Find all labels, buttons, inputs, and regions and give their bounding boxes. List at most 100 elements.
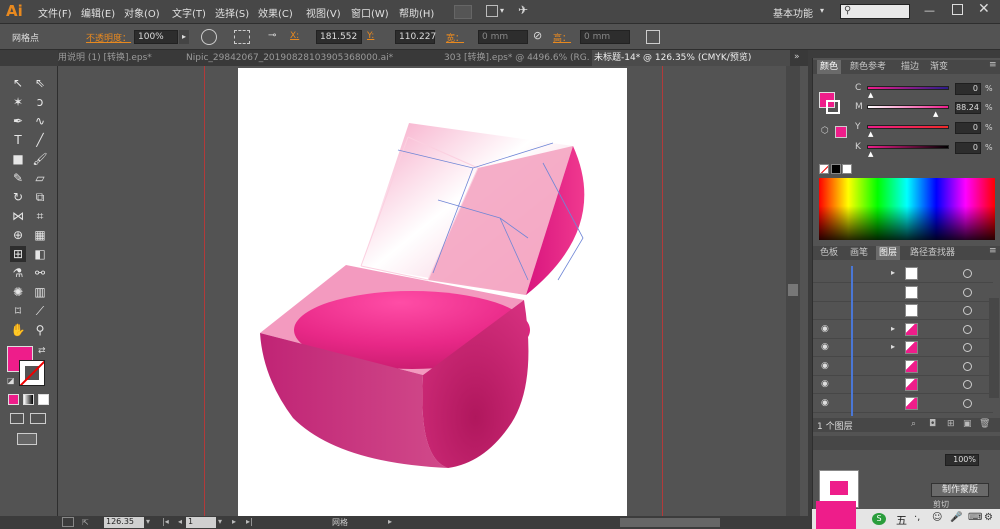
target-circle-icon[interactable] [963,324,972,334]
menu-type[interactable]: 文字(T) [172,5,206,20]
stroke-color-swatch[interactable] [19,360,45,386]
ime-mode-label[interactable]: 五 [896,512,907,528]
chevron-down-icon[interactable]: ▾ [500,6,504,15]
gpu-performance-icon[interactable]: ✈ [518,3,528,17]
width-input[interactable]: 0 mm [478,30,528,44]
channel-y-knob[interactable]: ▲ [868,130,873,138]
tab-document-active[interactable]: 未标题-14* @ 126.35% (CMYK/预览) [592,50,790,66]
workspace-dropdown-icon[interactable]: ▾ [820,6,824,15]
symbol-sprayer-tool-icon[interactable]: ✺ [10,284,26,300]
curvature-tool-icon[interactable]: ∿ [32,113,48,129]
white-color-swatch[interactable] [842,164,852,174]
tab-gradient[interactable]: 渐变 [927,60,951,74]
target-circle-icon[interactable] [963,269,972,278]
rectangle-tool-icon[interactable]: ■ [10,151,26,167]
tab-color-guide[interactable]: 颜色参考 [847,60,889,74]
expand-triangle-icon[interactable]: ▸ [891,324,895,333]
opacity-label[interactable]: 不透明度： [86,31,131,44]
toolbox-icon[interactable]: ⚙ [984,512,993,523]
visibility-eye-icon[interactable]: ◉ [821,342,829,352]
channel-c-input[interactable]: 0 [955,83,981,95]
workspace-switcher[interactable]: 基本功能 [773,5,813,20]
menu-select[interactable]: 选择(S) [215,5,249,20]
default-colors-icon[interactable]: ◪ [7,376,15,385]
channel-m-slider[interactable]: ▲ [867,105,949,118]
selection-tool-icon[interactable]: ↖ [10,75,26,91]
tab-stroke[interactable]: 描边 [898,60,922,74]
swap-colors-icon[interactable]: ⇄ [38,346,46,356]
hand-tool-icon[interactable]: ✋ [10,322,26,338]
visibility-eye-icon[interactable]: ◉ [821,361,829,371]
align-icon[interactable]: ⊸ [268,30,276,41]
pencil-tool-icon[interactable]: ✎ [10,170,26,186]
visibility-eye-icon[interactable]: ◉ [821,324,829,334]
target-circle-icon[interactable] [963,380,972,389]
opacity-arrow-icon[interactable]: ▸ [179,30,189,44]
opacity-input[interactable]: 100% [134,30,178,44]
gradient-mode-button[interactable] [23,394,34,405]
artboard-tool-icon[interactable]: ⌑ [10,303,26,319]
shape-builder-tool-icon[interactable]: ⊕ [10,227,26,243]
direct-selection-tool-icon[interactable]: ⇖ [32,75,48,91]
scale-tool-icon[interactable]: ⧉ [32,189,48,205]
close-button[interactable]: ✕ [978,1,990,17]
tab-document-1[interactable]: 用说明 (1) [转换].eps* [58,50,178,66]
artwork-pink-box[interactable] [238,68,627,516]
change-screen-mode-icon[interactable] [17,433,37,445]
artboard-number-input[interactable]: 1 [186,517,216,528]
menu-help[interactable]: 帮助(H) [399,5,434,20]
tab-document-3[interactable]: 303 [转换].eps* @ 4496.6% (RG... [444,50,589,66]
menu-object[interactable]: 对象(O) [124,5,160,20]
layer-row[interactable] [813,285,993,302]
help-search-input[interactable]: ⚲ [840,4,910,19]
x-input[interactable]: 181.552 [316,30,362,44]
prev-artboard-icon[interactable]: ◂ [178,517,182,526]
layer-row[interactable]: ▸ [813,266,993,283]
new-sublayer-icon[interactable]: ⊞ [947,419,955,429]
emoji-icon[interactable]: ☺ [932,512,942,523]
visibility-eye-icon[interactable]: ◉ [821,379,829,389]
menu-edit[interactable]: 编辑(E) [81,5,115,20]
type-tool-icon[interactable]: T [10,132,26,148]
layer-row[interactable]: ◉ [813,359,993,376]
height-input[interactable]: 0 mm [580,30,630,44]
rotate-tool-icon[interactable]: ↻ [10,189,26,205]
channel-c-slider[interactable]: ▲ [867,86,949,99]
gradient-tool-icon[interactable]: ◧ [32,246,48,262]
tab-color[interactable]: 颜色 [817,60,842,74]
microphone-icon[interactable]: 🎤 [950,512,962,523]
tab-layers[interactable]: 图层 [876,246,901,260]
artboard[interactable] [238,68,627,516]
maximize-button[interactable] [952,4,963,15]
minimize-button[interactable]: — [924,4,935,17]
visibility-eye-icon[interactable]: ◉ [821,398,829,408]
color-mode-button[interactable] [8,394,19,405]
channel-c-knob[interactable]: ▲ [868,91,873,99]
arrange-documents-icon[interactable] [486,5,498,17]
channel-y-input[interactable]: 0 [955,122,981,134]
punctuation-icon[interactable]: ·, [914,512,920,523]
line-tool-icon[interactable]: ╱ [32,132,48,148]
expand-triangle-icon[interactable]: ▸ [891,342,895,351]
layer-row[interactable] [813,303,993,320]
keyboard-icon[interactable]: ⌨ [968,512,982,523]
status-arrow-icon[interactable]: ▸ [388,517,392,526]
menu-window[interactable]: 窗口(W) [351,5,389,20]
channel-k-slider[interactable]: ▲ [867,145,949,158]
draw-mode-icon[interactable] [10,413,24,424]
target-circle-icon[interactable] [963,287,972,297]
mesh-tool-icon[interactable]: ⊞ [10,246,26,262]
slice-tool-icon[interactable]: ⟋ [32,303,48,319]
link-proportions-icon[interactable]: ⊘ [533,29,542,42]
layer-row[interactable]: ◉ [813,396,993,413]
blend-tool-icon[interactable]: ⚯ [32,265,48,281]
tab-brushes[interactable]: 画笔 [847,246,871,260]
none-mode-button[interactable] [38,394,49,405]
width-tool-icon[interactable]: ⋈ [10,208,26,224]
tab-pathfinder[interactable]: 路径查找器 [907,246,958,260]
target-circle-icon[interactable] [963,398,972,408]
eraser-tool-icon[interactable]: ▱ [32,170,48,186]
none-color-swatch[interactable] [819,164,829,174]
tab-document-2[interactable]: Nipic_29842067_20190828103905368000.ai* [186,50,412,66]
target-circle-icon[interactable] [963,306,972,315]
